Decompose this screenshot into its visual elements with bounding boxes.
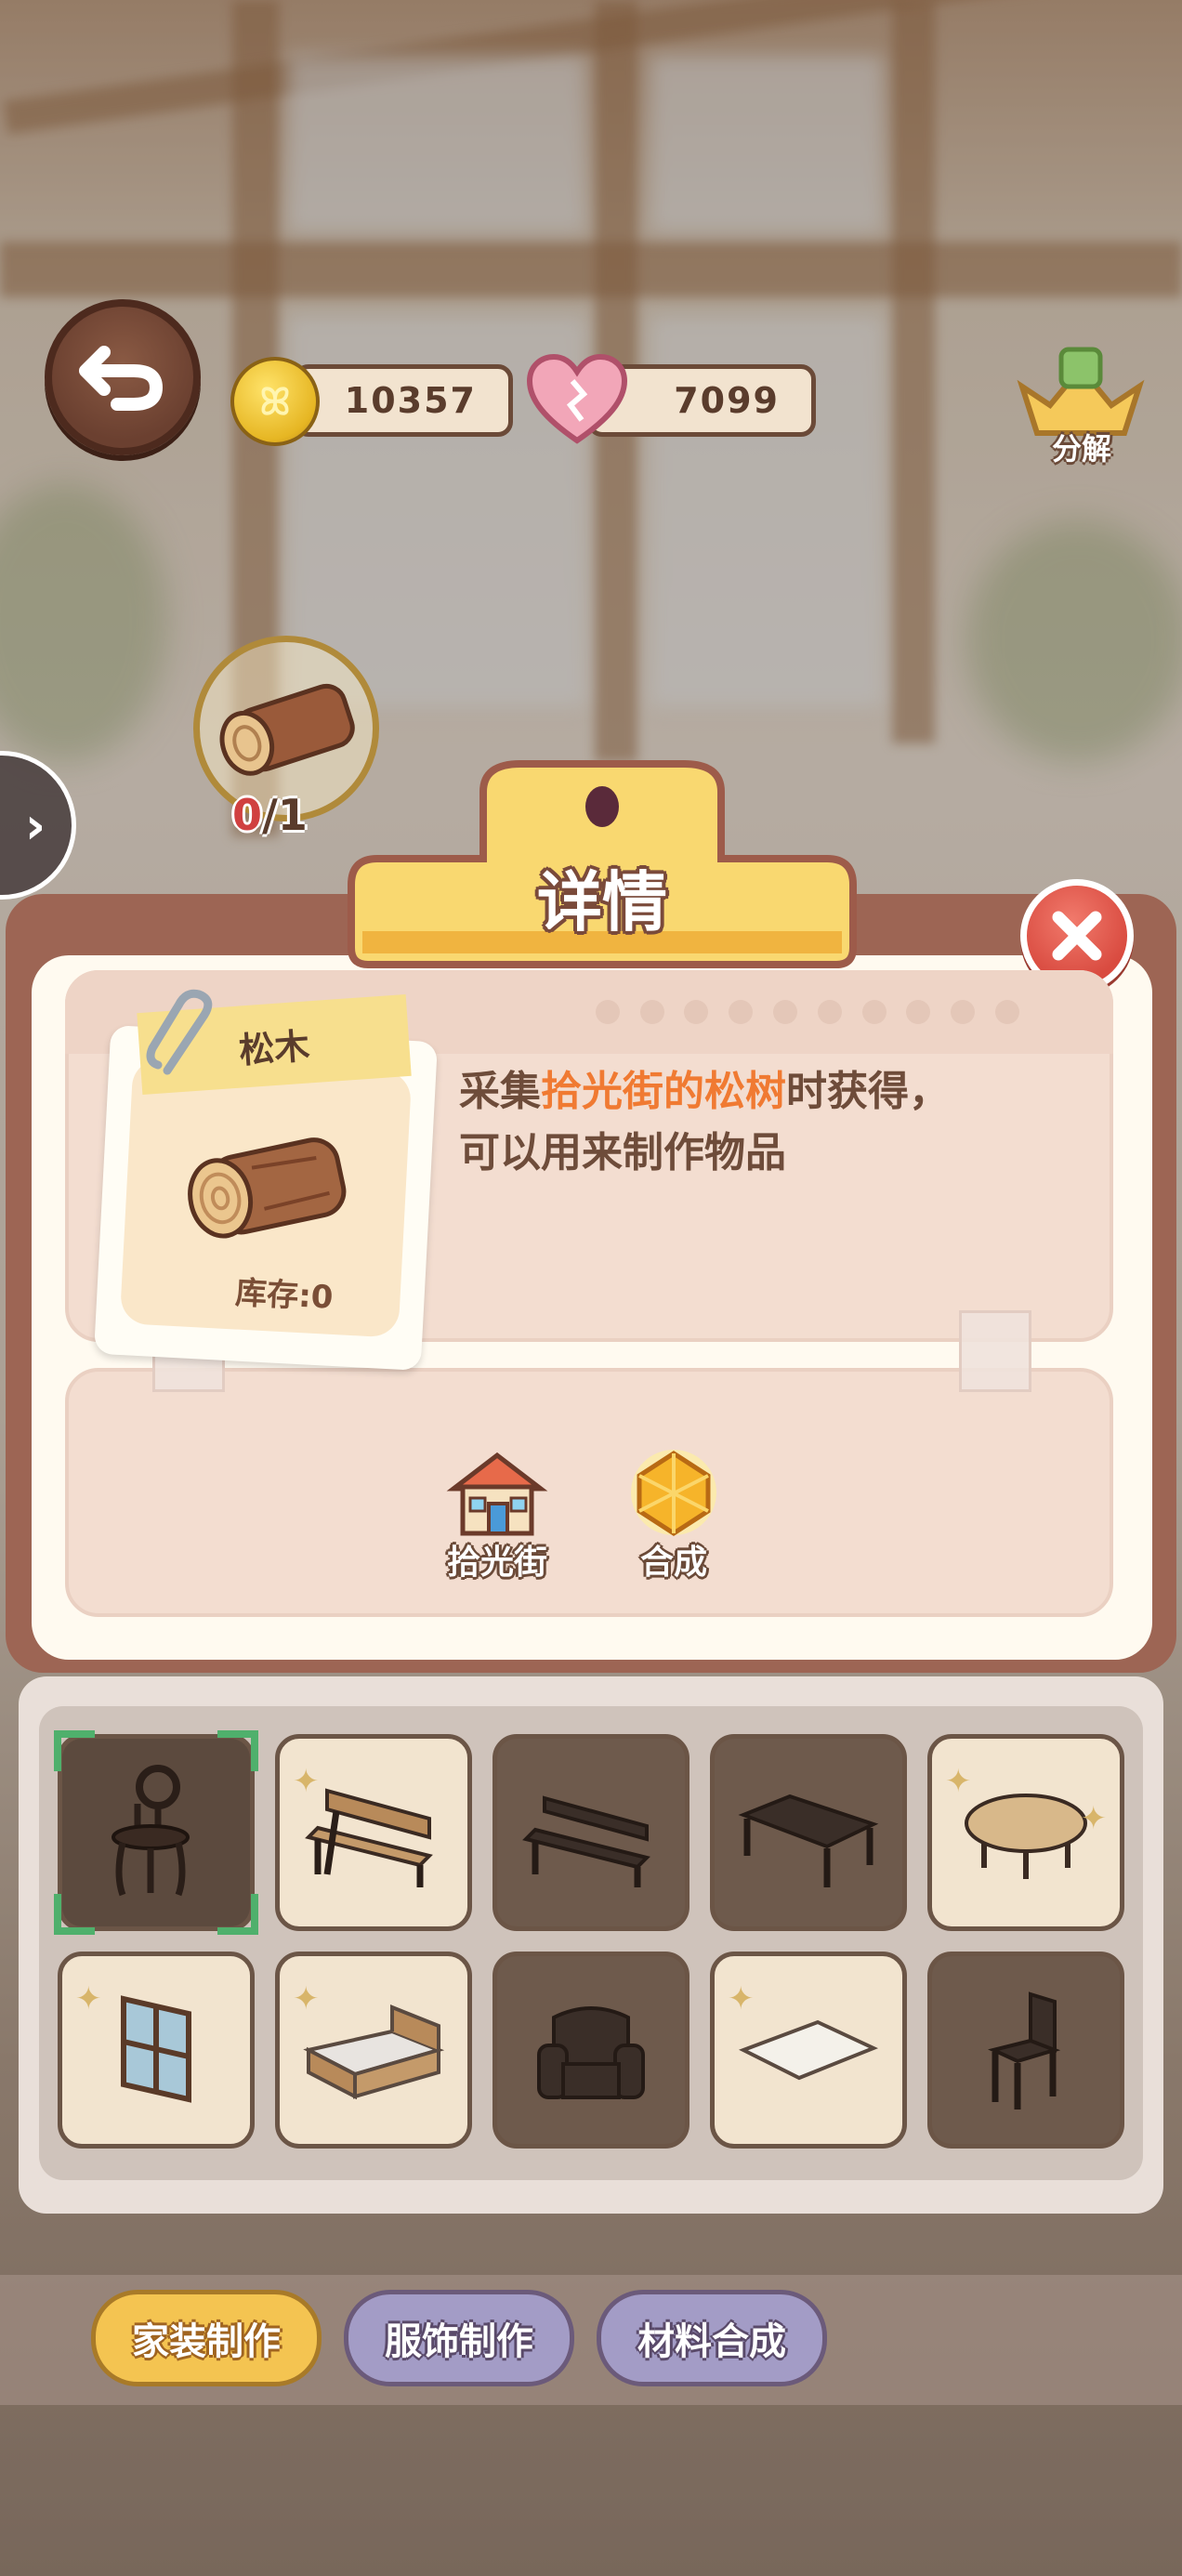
paperclip-icon xyxy=(146,989,213,1075)
furniture-slot[interactable] xyxy=(492,1734,690,1931)
selection-corner xyxy=(217,1894,258,1935)
modal-title: 详情 xyxy=(537,864,667,940)
bench-icon xyxy=(305,1788,433,1887)
tab-material-synthesis-label: 材料合成 xyxy=(637,2320,786,2363)
requirement-total: /1 xyxy=(262,790,308,840)
tab-apparel-crafting-label: 服饰制作 xyxy=(385,2320,533,2363)
source-street-label: 拾光街 xyxy=(446,1544,547,1582)
furniture-slot[interactable] xyxy=(492,1952,690,2149)
source-synthesis-label: 合成 xyxy=(639,1544,707,1582)
sparkle-icon: ✦ xyxy=(945,1763,972,1800)
sparkle-icon: ✦ xyxy=(728,1980,755,2017)
selection-corner xyxy=(54,1730,95,1771)
tab-home-crafting[interactable]: 家装制作 xyxy=(91,2290,322,2386)
back-button[interactable] xyxy=(45,299,201,455)
sparkle-icon: ✦ xyxy=(293,1763,320,1800)
item-name: 松木 xyxy=(237,1024,311,1071)
description-prefix: 采集 xyxy=(459,1068,541,1115)
requirement-current: 0 xyxy=(232,790,263,840)
window-icon xyxy=(121,1995,191,2103)
furniture-slot[interactable]: ✦ xyxy=(275,1952,472,2149)
heart-amount: 7099 xyxy=(674,380,780,421)
sources-panel xyxy=(65,1368,1113,1617)
coin-amount: 10357 xyxy=(344,380,477,421)
selection-corner xyxy=(217,1730,258,1771)
chair-icon xyxy=(112,1765,190,1897)
tape-decoration xyxy=(959,1310,1031,1392)
sparkle-icon: ✦ xyxy=(75,1980,102,2017)
coin-icon: ꕤ xyxy=(230,357,320,446)
decompose-label[interactable]: 分解 xyxy=(1017,426,1147,468)
chair-icon xyxy=(988,1991,1061,2109)
svg-text:ꕤ: ꕤ xyxy=(259,381,290,424)
coin-counter: 10357 xyxy=(294,364,513,437)
house-icon xyxy=(446,1452,548,1536)
requirement-count: 0/1 xyxy=(232,790,308,840)
return-arrow-icon xyxy=(79,346,164,411)
furniture-slot[interactable]: ✦ xyxy=(275,1734,472,1931)
sparkle-icon: ✦ xyxy=(1080,1800,1108,1837)
furniture-slot[interactable]: ✦ xyxy=(710,1952,907,2149)
heart-icon xyxy=(526,353,628,444)
description-suffix: 时获得， xyxy=(786,1068,950,1115)
description-line-1: 采集拾光街的松树时获得， xyxy=(459,1061,950,1123)
pine-log-icon xyxy=(188,1137,347,1239)
sparkle-icon: ✦ xyxy=(293,1980,320,2017)
furniture-slot[interactable]: ✦ ✦ xyxy=(927,1734,1124,1931)
source-synthesis[interactable]: 合成 xyxy=(604,1446,743,1584)
furniture-slot[interactable] xyxy=(710,1734,907,1931)
bench-icon xyxy=(522,1795,650,1887)
furniture-slot[interactable]: ✦ xyxy=(58,1952,255,2149)
tab-apparel-crafting[interactable]: 服饰制作 xyxy=(344,2290,574,2386)
armchair-icon xyxy=(537,2006,645,2099)
close-icon xyxy=(1052,911,1102,961)
round-table-icon xyxy=(965,1794,1087,1879)
gem-icon xyxy=(631,1450,716,1536)
tab-material-synthesis[interactable]: 材料合成 xyxy=(597,2290,827,2386)
furniture-slot[interactable] xyxy=(927,1952,1124,2149)
description-line-2: 可以用来制作物品 xyxy=(459,1129,786,1176)
bed-icon xyxy=(303,2004,445,2100)
item-description: 采集拾光街的松树时获得， 可以用来制作物品 xyxy=(459,1061,950,1184)
description-highlight: 拾光街的松树 xyxy=(541,1068,786,1115)
source-street[interactable]: 拾光街 xyxy=(427,1446,567,1584)
chevron-right-icon: › xyxy=(24,795,46,855)
tab-home-crafting-label: 家装制作 xyxy=(132,2320,281,2363)
selection-corner xyxy=(54,1894,95,1935)
rug-icon xyxy=(739,2019,879,2081)
table-icon xyxy=(738,1794,879,1887)
